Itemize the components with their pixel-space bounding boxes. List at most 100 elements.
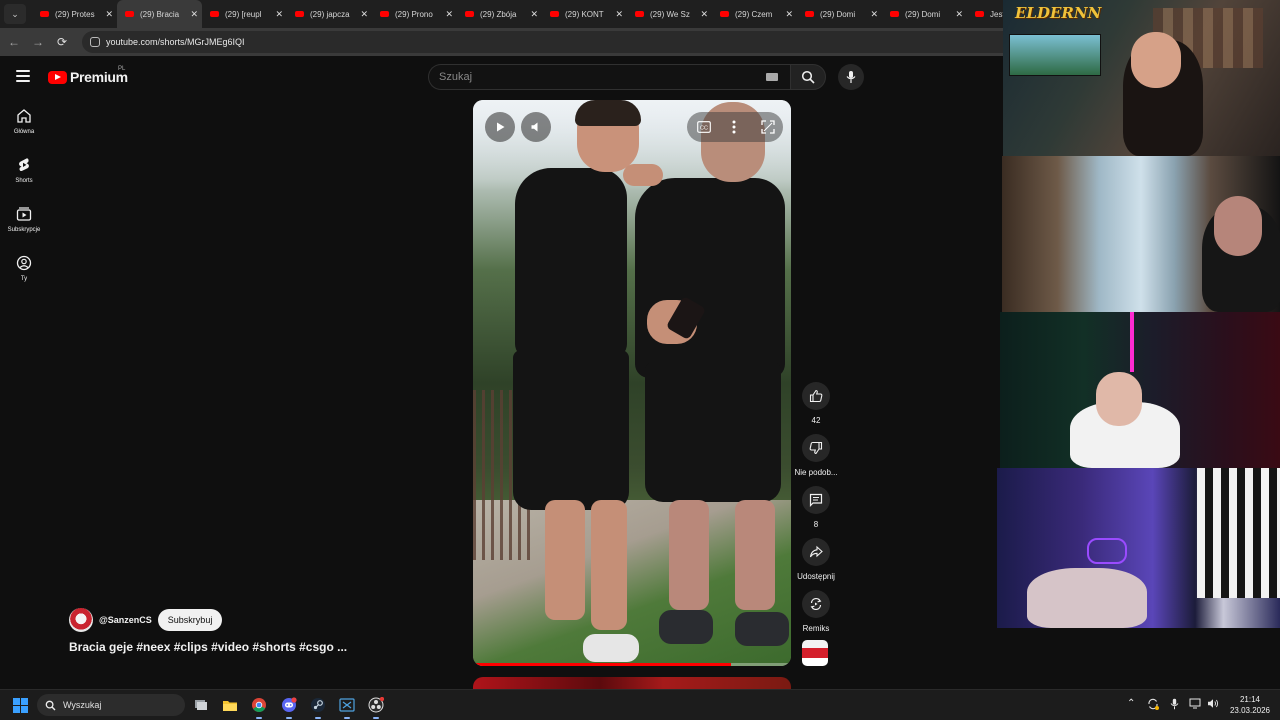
tray-overflow-icon[interactable]: ⌃ bbox=[1127, 698, 1135, 709]
browser-tab[interactable]: (29) Domi ✕ bbox=[882, 0, 967, 28]
close-tab-icon[interactable]: ✕ bbox=[360, 9, 368, 20]
guide-item-subscriptions[interactable]: Subskrypcje bbox=[0, 196, 48, 245]
address-bar[interactable]: youtube.com/shorts/MGrJMEg6IQI bbox=[82, 31, 1042, 53]
dislike-action[interactable]: Nie podob... bbox=[794, 434, 838, 486]
back-button[interactable]: ← bbox=[2, 35, 26, 49]
search-input[interactable]: Szukaj bbox=[428, 64, 790, 90]
tray-sync-icon[interactable] bbox=[1147, 698, 1159, 713]
browser-tab[interactable]: (29) Bracia ✕ bbox=[117, 0, 202, 28]
forward-button[interactable]: → bbox=[26, 35, 50, 49]
taskbar-search[interactable]: Wyszukaj bbox=[37, 694, 185, 716]
tray-microphone-icon[interactable] bbox=[1170, 698, 1179, 713]
play-button[interactable] bbox=[485, 112, 515, 142]
steam-button[interactable] bbox=[308, 695, 328, 719]
task-view-button[interactable] bbox=[191, 695, 211, 715]
youtube-masthead: Premium PL Szukaj bbox=[0, 56, 1000, 98]
close-tab-icon[interactable]: ✕ bbox=[955, 9, 963, 20]
remix-label: Remiks bbox=[802, 624, 830, 633]
browser-tab[interactable]: (29) Czem ✕ bbox=[712, 0, 797, 28]
like-button[interactable] bbox=[802, 382, 830, 410]
svg-text:CC: CC bbox=[700, 125, 708, 131]
share-button[interactable] bbox=[802, 538, 830, 566]
close-tab-icon[interactable]: ✕ bbox=[870, 9, 878, 20]
browser-tab[interactable]: (29) [reupl ✕ bbox=[202, 0, 287, 28]
browser-tab[interactable]: (29) japcza ✕ bbox=[287, 0, 372, 28]
volume-icon bbox=[531, 122, 538, 132]
tray-volume-icon[interactable] bbox=[1207, 698, 1219, 712]
close-tab-icon[interactable]: ✕ bbox=[445, 9, 453, 20]
channel-handle[interactable]: @SanzenCS bbox=[99, 615, 152, 625]
youtube-favicon-icon bbox=[295, 11, 304, 17]
reload-button[interactable]: ⟳ bbox=[50, 35, 74, 49]
site-info-icon[interactable] bbox=[90, 37, 100, 47]
close-tab-icon[interactable]: ✕ bbox=[700, 9, 708, 20]
obs-button[interactable] bbox=[366, 695, 386, 719]
close-tab-icon[interactable]: ✕ bbox=[275, 9, 283, 20]
chrome-button[interactable] bbox=[249, 695, 269, 719]
youtube-logo[interactable]: Premium PL bbox=[48, 66, 128, 85]
tab-title: (29) Prono bbox=[395, 9, 433, 19]
video-progress-bar[interactable] bbox=[473, 663, 791, 666]
video-figure bbox=[591, 500, 627, 630]
app-button[interactable] bbox=[337, 695, 357, 719]
next-short-preview[interactable] bbox=[473, 677, 791, 689]
guide-item-you[interactable]: Ty bbox=[0, 245, 48, 294]
browser-tab[interactable]: (29) Prono ✕ bbox=[372, 0, 457, 28]
video-figure bbox=[735, 612, 789, 646]
search-button[interactable] bbox=[790, 64, 826, 90]
share-label: Udostępnij bbox=[797, 572, 835, 581]
file-explorer-button[interactable] bbox=[220, 695, 240, 715]
browser-tab[interactable]: (29) Domi ✕ bbox=[797, 0, 882, 28]
captions-icon[interactable]: CC bbox=[697, 121, 711, 133]
video-figure bbox=[513, 350, 629, 510]
guide-item-home[interactable]: Główna bbox=[0, 98, 48, 147]
close-tab-icon[interactable]: ✕ bbox=[105, 9, 113, 20]
shorts-video-player[interactable]: CC bbox=[473, 100, 791, 666]
tray-display-icon[interactable] bbox=[1189, 698, 1201, 712]
steam-icon bbox=[311, 698, 325, 712]
browser-tab[interactable]: (29) Protes ✕ bbox=[32, 0, 117, 28]
short-metadata: @SanzenCS Subskrybuj Bracia geje #neex #… bbox=[69, 608, 449, 654]
comments-button[interactable] bbox=[802, 486, 830, 514]
share-action[interactable]: Udostępnij bbox=[795, 538, 837, 590]
user-icon bbox=[16, 255, 32, 271]
youtube-favicon-icon bbox=[465, 11, 474, 17]
screen: ⌄ (29) Protes ✕ (29) Bracia ✕ (29) [reupl ✕ (2… bbox=[0, 0, 1280, 720]
menu-icon[interactable] bbox=[16, 70, 30, 82]
browser-tab[interactable]: (29) We Sz ✕ bbox=[627, 0, 712, 28]
more-options-icon[interactable] bbox=[732, 120, 736, 134]
close-tab-icon[interactable]: ✕ bbox=[190, 9, 198, 20]
channel-avatar[interactable] bbox=[69, 608, 93, 632]
short-title[interactable]: Bracia geje #neex #clips #video #shorts … bbox=[69, 640, 449, 654]
remix-button[interactable] bbox=[802, 590, 830, 618]
browser-tab[interactable]: (29) KONT ✕ bbox=[542, 0, 627, 28]
browser-tab[interactable]: (29) Zbója ✕ bbox=[457, 0, 542, 28]
app-window-icon bbox=[339, 698, 355, 712]
discord-button[interactable] bbox=[279, 695, 299, 719]
voice-search-button[interactable] bbox=[838, 64, 864, 90]
tab-title: (29) Bracia bbox=[140, 9, 180, 19]
keyboard-icon[interactable] bbox=[766, 73, 778, 81]
tab-search-button[interactable]: ⌄ bbox=[4, 4, 26, 24]
guide-item-shorts[interactable]: Shorts bbox=[0, 147, 48, 196]
video-figure bbox=[575, 100, 641, 126]
subscribe-button[interactable]: Subskrybuj bbox=[157, 609, 223, 631]
close-tab-icon[interactable]: ✕ bbox=[530, 9, 538, 20]
volume-button[interactable] bbox=[521, 112, 551, 142]
fullscreen-icon[interactable] bbox=[761, 120, 775, 134]
subscriptions-icon bbox=[16, 207, 32, 221]
guide-label: Subskrypcje bbox=[7, 227, 41, 233]
microphone-icon bbox=[846, 71, 856, 83]
close-tab-icon[interactable]: ✕ bbox=[785, 9, 793, 20]
home-icon bbox=[17, 109, 31, 123]
like-action[interactable]: 42 bbox=[795, 382, 837, 434]
close-tab-icon[interactable]: ✕ bbox=[615, 9, 623, 20]
channel-thumbnail[interactable] bbox=[802, 640, 828, 666]
comments-action[interactable]: 8 bbox=[795, 486, 837, 538]
system-clock[interactable]: 21:14 23.03.2026 bbox=[1226, 694, 1274, 716]
dislike-label: Nie podob... bbox=[794, 468, 838, 477]
start-button[interactable] bbox=[13, 698, 28, 713]
remix-action[interactable]: Remiks bbox=[795, 590, 837, 642]
task-view-icon bbox=[195, 700, 207, 710]
dislike-button[interactable] bbox=[802, 434, 830, 462]
